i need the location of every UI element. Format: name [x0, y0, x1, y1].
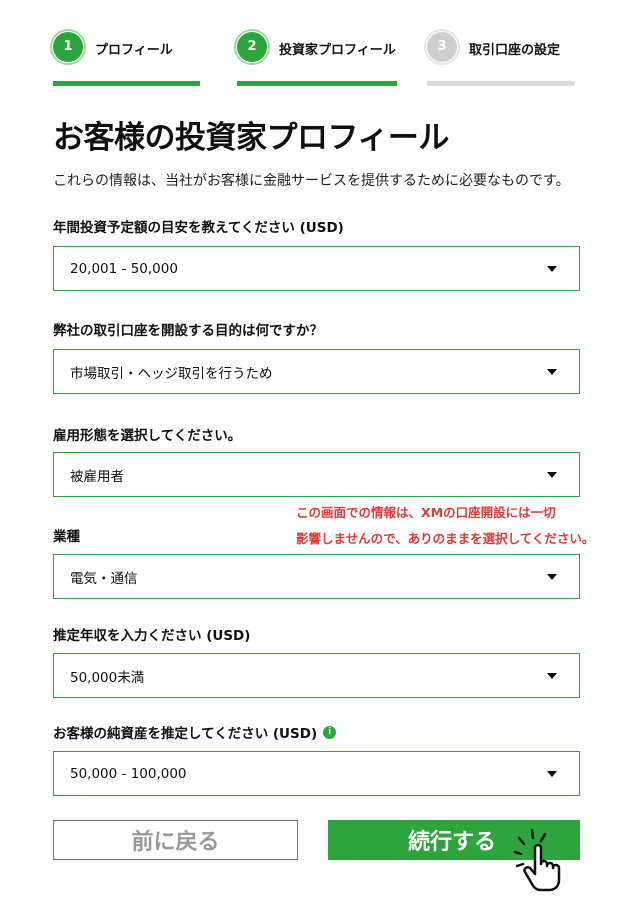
- step-progress-bar: [427, 81, 575, 86]
- step-label: プロフィール: [95, 43, 173, 58]
- purpose-select[interactable]: 市場取引・ヘッジ取引を行うため: [53, 349, 580, 394]
- back-button[interactable]: 前に戻る: [53, 820, 298, 860]
- step-account-settings: 3 取引口座の設定: [424, 28, 575, 88]
- net-worth-label: お客様の純資産を推定してください (USD) i: [53, 722, 337, 742]
- page-title: お客様の投資家プロフィール: [53, 120, 449, 156]
- investment-amount-select[interactable]: 20,001 - 50,000: [53, 246, 580, 291]
- step-investor-profile: 2 投資家プロフィール: [234, 28, 397, 88]
- annotation-line: 影響しませんので、ありのままを選択してください。: [296, 531, 595, 546]
- employment-label: 雇用形態を選択してください。: [53, 428, 242, 444]
- caret-down-icon: [547, 771, 557, 777]
- income-select[interactable]: 50,000未満: [53, 653, 580, 698]
- industry-select[interactable]: 電気・通信: [53, 554, 580, 599]
- step-number: 3: [427, 32, 457, 62]
- step-number: 1: [53, 32, 83, 62]
- annotation-note: この画面での情報は、XMの口座開設には一切 影響しませんので、ありのままを選択し…: [296, 500, 594, 552]
- investment-amount-label: 年間投資予定額の目安を教えてください (USD): [53, 220, 344, 236]
- purpose-label: 弊社の取引口座を開設する目的は何ですか？: [53, 323, 323, 339]
- caret-down-icon: [547, 673, 557, 679]
- info-icon[interactable]: i: [323, 725, 337, 739]
- select-value: 50,000 - 100,000: [70, 765, 187, 782]
- progress-steps: 1 プロフィール 2 投資家プロフィール 3 取引口座の設定: [50, 28, 575, 88]
- caret-down-icon: [547, 574, 557, 580]
- caret-down-icon: [547, 266, 557, 272]
- net-worth-label-text: お客様の純資産を推定してください (USD): [53, 726, 318, 742]
- step-profile: 1 プロフィール: [50, 28, 200, 88]
- step-progress-bar: [237, 81, 397, 86]
- intro-text: これらの情報は、当社がお客様に金融サービスを提供するために必要なものです。: [53, 173, 570, 189]
- net-worth-select[interactable]: 50,000 - 100,000: [53, 751, 580, 796]
- select-value: 被雇用者: [70, 468, 124, 485]
- step-label: 取引口座の設定: [469, 43, 561, 58]
- step-label: 投資家プロフィール: [279, 43, 396, 58]
- caret-down-icon: [547, 472, 557, 478]
- select-value: 電気・通信: [70, 570, 138, 587]
- income-label: 推定年収を入力ください (USD): [53, 628, 251, 644]
- caret-down-icon: [547, 369, 557, 375]
- step-number: 2: [237, 32, 267, 62]
- step-progress-bar: [53, 81, 200, 86]
- select-value: 20,001 - 50,000: [70, 260, 178, 277]
- select-value: 市場取引・ヘッジ取引を行うため: [70, 365, 273, 382]
- industry-label: 業種: [53, 529, 80, 545]
- annotation-line: この画面での情報は、XMの口座開設には一切: [296, 505, 556, 520]
- select-value: 50,000未満: [70, 669, 145, 686]
- employment-select[interactable]: 被雇用者: [53, 452, 580, 497]
- continue-button[interactable]: 続行する: [328, 820, 580, 860]
